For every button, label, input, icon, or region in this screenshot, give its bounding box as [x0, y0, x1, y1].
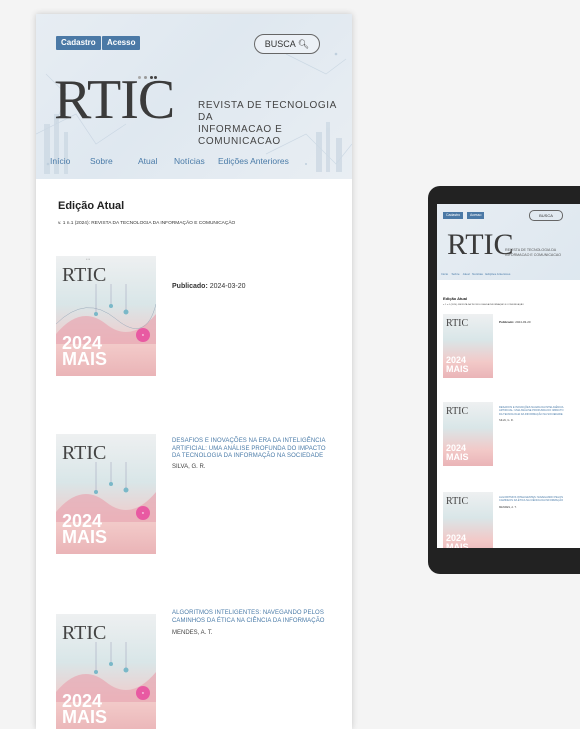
article-title-link[interactable]: ALGORITMOS INTELIGENTES: NAVEGANDO PELOS… — [172, 610, 342, 625]
nav-sobre[interactable]: Sobre — [90, 156, 113, 166]
site-logo[interactable]: RTIC — [54, 72, 175, 128]
cover-badge: ★ — [136, 328, 150, 342]
cover-title: MAIS — [62, 350, 107, 368]
tablet-article-cover[interactable]: RTIC 2024 MAIS — [443, 402, 493, 466]
cover-badge: ★ — [136, 686, 150, 700]
published-info: Publicado: 2024-03-20 — [172, 283, 246, 290]
tagline-line-2: INFORMACAO E COMUNICACAO — [198, 124, 283, 147]
tablet-acesso-button[interactable]: Acesso — [467, 212, 485, 219]
cover-header-text: • • • — [86, 258, 91, 261]
published-date: 2024-03-20 — [209, 283, 246, 290]
acesso-button[interactable]: Acesso — [102, 36, 141, 50]
published-label: Publicado: — [172, 283, 208, 290]
cadastro-button[interactable]: Cadastro — [56, 36, 101, 50]
nav-noticias[interactable]: Notícias — [174, 156, 205, 166]
tablet-article-2-line-2: CAMINHOS DA ÉTICA NA CIÊNCIA DA INFORMAÇ… — [499, 499, 564, 503]
tablet-published: Publicado: 2024-03-20 — [499, 320, 531, 324]
tablet-article-2-title[interactable]: ALGORITMOS INTELIGENTES: NAVEGANDO PELOS… — [499, 496, 580, 503]
cover-badge: ★ — [136, 506, 150, 520]
desktop-mockup: Cadastro Acesso BUSCA 🔍︎ RTIC REVISTA DE … — [36, 14, 352, 729]
tablet-issue-line[interactable]: v. 1 n.1 (2024): REVISTA DA TECNOLOGIA D… — [443, 304, 524, 306]
tablet-cadastro-button[interactable]: Cadastro — [443, 212, 464, 219]
tablet-cover-title: MAIS — [446, 452, 469, 462]
tablet-article-2-author: MENDES, A. T. — [499, 506, 517, 509]
search-button[interactable]: BUSCA 🔍︎ — [254, 34, 320, 54]
article-1-title-line-2: ARTIFICIAL: UMA ANÁLISE PROFUNDA DO IMPA… — [172, 445, 326, 452]
tablet-article-1-line-3: DA TECNOLOGIA DA INFORMAÇÃO NA SOCIEDADE — [499, 412, 563, 416]
tagline-line-1: REVISTA DE TECNOLOGIA DA — [198, 100, 337, 123]
tablet-article-1-author: SILVA, G. R. — [499, 419, 514, 422]
cover-line-1: MAIS — [62, 527, 107, 547]
tablet-cover-logo: RTIC — [446, 496, 469, 507]
article-1-title-line-3: DA TECNOLOGIA DA INFORMAÇÃO NA SOCIEDADE — [172, 453, 324, 459]
tablet-header: Cadastro Acesso BUSCA RTIC REVISTA DE TE… — [437, 204, 580, 280]
tablet-nav-atual[interactable]: Atual — [463, 272, 470, 276]
tablet-search-button[interactable]: BUSCA — [529, 210, 563, 221]
nav-inicio[interactable]: Início — [50, 156, 70, 166]
search-label: BUSCA — [264, 39, 296, 49]
article-2-title-line-2: CAMINHOS DA ÉTICA NA CIÊNCIA DA INFORMAÇ… — [172, 617, 325, 624]
site-header: Cadastro Acesso BUSCA 🔍︎ RTIC REVISTA DE … — [36, 14, 352, 179]
nav-atual[interactable]: Atual — [138, 156, 157, 166]
article-2-title-line-1: ALGORITMOS INTELIGENTES: NAVEGANDO PELOS — [172, 610, 324, 616]
tablet-logo[interactable]: RTIC — [447, 230, 514, 260]
tablet-tagline-1: REVISTA DE TECNOLOGIA DA — [505, 248, 557, 252]
tablet-screen: Cadastro Acesso BUSCA RTIC REVISTA DE TE… — [437, 204, 580, 548]
tablet-tagline: REVISTA DE TECNOLOGIA DA INFORMACAO E CO… — [505, 248, 561, 257]
tablet-cover-logo: RTIC — [446, 406, 469, 417]
issue-cover[interactable]: • • • RTIC ★ 2024 MAIS — [56, 256, 156, 376]
tablet-page-title: Edição Atual — [443, 296, 468, 301]
article-cover[interactable]: RTIC ★ 2024 MAIS — [56, 434, 156, 554]
tablet-nav-edicoes[interactable]: Edições Anteriores — [485, 272, 510, 276]
issue-identification[interactable]: v. 1 n.1 (2024): REVISTA DA TECNOLOGIA D… — [58, 221, 235, 226]
search-icon: 🔍︎ — [297, 39, 310, 49]
tablet-nav-noticias[interactable]: Notícias — [472, 272, 483, 276]
site-tagline: REVISTA DE TECNOLOGIA DA INFORMACAO E CO… — [198, 100, 352, 148]
article-2-author: MENDES, A. T. — [172, 630, 213, 636]
tablet-nav: Início Sobre Atual Notícias Edições Ante… — [441, 272, 510, 276]
cover-line-1: MAIS — [62, 349, 107, 369]
tablet-nav-sobre[interactable]: Sobre — [452, 272, 460, 276]
tablet-cover-title: MAIS — [446, 364, 469, 374]
page-title: Edição Atual — [58, 200, 125, 212]
tablet-cover-title: MAIS — [446, 542, 469, 549]
tablet-cover-logo: RTIC — [446, 318, 469, 329]
article-1-title-line-1: DESAFIOS E INOVAÇÕES NA ERA DA INTELIGÊN… — [172, 438, 326, 444]
tablet-nav-inicio[interactable]: Início — [441, 272, 448, 276]
article-1-author: SILVA, G. R. — [172, 464, 206, 470]
tablet-published-date: 2024-03-20 — [515, 320, 531, 324]
article-title-link[interactable]: DESAFIOS E INOVAÇÕES NA ERA DA INTELIGÊN… — [172, 438, 342, 461]
tablet-article-cover[interactable]: RTIC 2024 MAIS — [443, 492, 493, 548]
tablet-published-label: Publicado: — [499, 320, 515, 324]
article-cover[interactable]: RTIC ★ 2024 MAIS — [56, 614, 156, 729]
nav-edicoes-anteriores[interactable]: Edições Anteriores — [218, 156, 289, 166]
tablet-issue-cover[interactable]: RTIC 2024 MAIS — [443, 314, 493, 378]
tablet-article-1-title[interactable]: DESAFIOS E INOVAÇÕES NA ERA DA INTELIGÊN… — [499, 406, 580, 416]
tablet-mockup: Cadastro Acesso BUSCA RTIC REVISTA DE TE… — [428, 186, 580, 574]
tablet-tagline-2: INFORMACAO E COMUNICACAO — [505, 252, 562, 257]
cover-line-1: MAIS — [62, 707, 107, 727]
